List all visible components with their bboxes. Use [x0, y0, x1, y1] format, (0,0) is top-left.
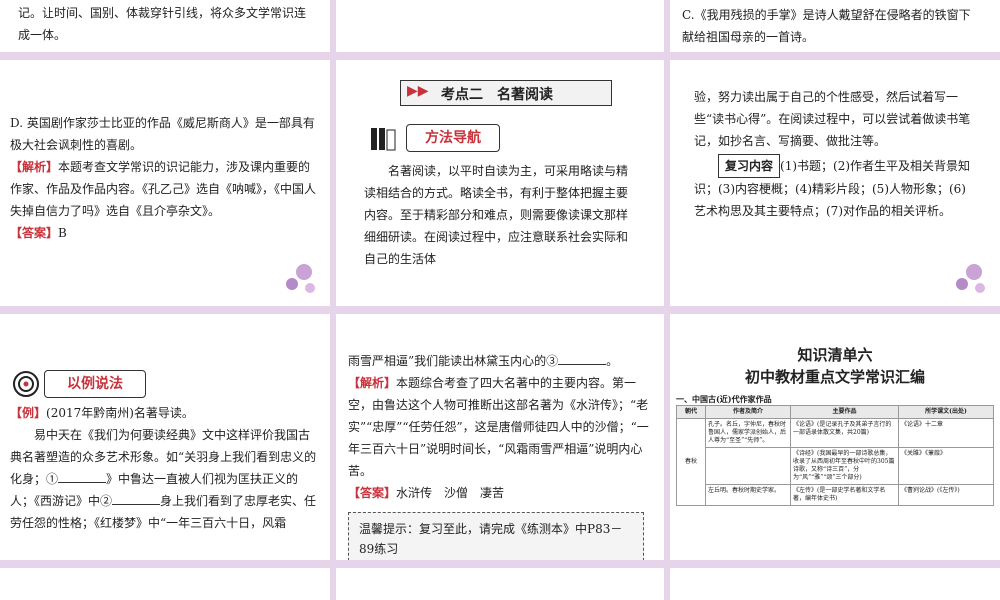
slide-1-text: 记。让时间、国别、体裁穿针引线，将众多文学常识连成一体。 [18, 6, 307, 42]
option-d: D. 英国剧作家莎士比亚的作品《威尼斯商人》是一部具有极大社会讽刺性的喜剧。 [10, 116, 315, 152]
slide-7: 以例说法 【例】(2017年黔南州)名著导读。 易中天在《我们为何要读经典》文中… [0, 314, 330, 560]
table-cell: 《论语》(是记录孔子及其弟子言行的一部语录体散文集，共20篇) [790, 418, 899, 448]
slide-3: C.《我用残损的手掌》是诗人戴望舒在侵略者的铁窗下献给祖国母亲的一首诗。 [670, 0, 1000, 52]
banner-arrow-icon: ▶▶ [407, 83, 429, 99]
list-title: 知识清单六 [797, 346, 873, 364]
books-icon [370, 126, 400, 152]
table-cell: 《曹刿论战》(《左传》) [898, 484, 994, 506]
reading-text: 验，努力读出属于自己的个性感受，然后试着写一些“读书心得”。在阅读过程中，可以尝… [694, 90, 971, 148]
table-cell: 《左传》(是一部史学名著和文学名著，编年体史书) [790, 484, 899, 506]
example-tag: 【例】 [10, 406, 47, 420]
slide-6: 验，努力读出属于自己的个性感受，然后试着写一些“读书心得”。在阅读过程中，可以尝… [670, 60, 1000, 306]
analysis: 【解析】本题综合考查了四大名著中的主要内容。第一空，由鲁达这个人物可推断出这部名… [348, 372, 650, 482]
answer-tag: 【答案】 [10, 226, 59, 240]
example-title: 以例说法 [44, 370, 146, 398]
table-cell: 《论语》十二章 [898, 418, 994, 448]
example-line1: 雨雪严相逼”我们能读出林黛玉内心的③ [348, 354, 559, 368]
table-cell: 《关雎》《蒹葭》 [898, 447, 994, 485]
slide-5: ▶▶ 考点二 名著阅读 方法导航 名著阅读，以平时自读为主，可采用略读与精读相结… [336, 60, 664, 306]
slide-10 [0, 568, 330, 600]
blank-2[interactable] [112, 492, 161, 505]
table-row: 春秋 孔子。名丘，字仲尼，春秋时鲁国人，儒家学派创始人，后人尊为“至圣”“先师”… [676, 418, 994, 506]
flower-decoration-icon [286, 264, 315, 293]
banner-text: 考点二 名著阅读 [441, 87, 553, 103]
example-head-text: (2017年黔南州)名著导读。 [46, 406, 194, 420]
example-continue: 雨雪严相逼”我们能读出林黛玉内心的③。 [348, 352, 619, 368]
table-header: 朝代 [676, 405, 706, 419]
flower-decoration-icon [956, 264, 985, 293]
table-cell: 孔子。名丘，字仲尼，春秋时鲁国人，儒家学派创始人，后人尊为“至圣”“先师”。 [705, 418, 791, 448]
slide-9: 知识清单六 初中教材重点文学常识汇编 一、中国古(近)代作家作品 朝代 作者及简… [670, 314, 1000, 560]
method-title: 方法导航 [406, 124, 500, 152]
answer-text: B [58, 226, 67, 240]
example-heading: 以例说法 [12, 370, 152, 398]
slide-8: 雨雪严相逼”我们能读出林黛玉内心的③。 【解析】本题综合考查了四大名著中的主要内… [336, 314, 664, 560]
analysis-tag: 【解析】 [348, 376, 397, 390]
slide-11 [336, 568, 664, 600]
answer: 【答案】B [10, 222, 318, 244]
table-header-row: 朝代 作者及简介 主要作品 所学课文(出处) [676, 405, 994, 419]
era-cell: 春秋 [676, 418, 706, 506]
table-cell: 《诗经》(我国最早的一部诗歌总集，收录了从西周初年至春秋中叶的305篇诗歌，又称… [790, 447, 899, 485]
section-banner: ▶▶ 考点二 名著阅读 [400, 80, 612, 106]
answer-text: 水浒传 沙僧 凄苦 [396, 486, 505, 500]
review-content: 复习内容 (1)书题；(2)作者生平及相关背景知识；(3)内容梗概；(4)精彩片段… [694, 154, 976, 222]
table-header: 所学课文(出处) [898, 405, 994, 419]
list-subtitle: 初中教材重点文学常识汇编 [744, 368, 925, 386]
method-heading: 方法导航 [370, 124, 502, 154]
example-paragraph: 易中天在《我们为何要读经典》文中这样评价我国古典名著塑造的众多艺术形象。如“关羽… [10, 424, 320, 534]
answer: 【答案】水浒传 沙僧 凄苦 [348, 482, 650, 504]
table-cell: 左丘明。春秋时期史学家。 [705, 484, 791, 506]
tip-box: 温馨提示：复习至此，请完成《练测本》中P83－89练习 [348, 512, 644, 560]
slide-1: 记。让时间、国别、体裁穿针引线，将众多文学常识连成一体。 [0, 0, 330, 52]
table-row: 《诗经》(我国最早的一部诗歌总集，收录了从西周初年至春秋中叶的305篇诗歌，又称… [677, 447, 994, 485]
slide-2 [336, 0, 664, 52]
analysis-tag: 【解析】 [10, 160, 59, 174]
example-head: 【例】(2017年黔南州)名著导读。 [10, 402, 320, 424]
method-text: 名著阅读，以平时自读为主，可采用略读与精读相结合的方式。略读全书，有利于整体把握… [364, 164, 629, 266]
analysis: 【解析】本题考查文学常识的识记能力，涉及课内重要的作家、作品及作品内容。《孔乙己… [10, 156, 318, 222]
table-header: 主要作品 [790, 405, 899, 419]
section-heading: 一、中国古(近)代作家作品 [676, 394, 772, 404]
table-header: 作者及简介 [705, 405, 791, 419]
slide-12 [670, 568, 1000, 600]
target-icon [12, 370, 40, 398]
blank-3[interactable] [558, 352, 607, 365]
analysis-text: 本题综合考查了四大名著中的主要内容。第一空，由鲁达这个人物可推断出这部名著为《水… [348, 376, 649, 478]
table-row: 左丘明。春秋时期史学家。 《左传》(是一部史学名著和文学名著，编年体史书) 《曹… [677, 484, 994, 506]
review-label: 复习内容 [718, 154, 781, 178]
answer-tag: 【答案】 [348, 486, 397, 500]
author-table: 朝代 作者及简介 主要作品 所学课文(出处) 春秋 孔子。名丘，字仲尼，春秋时鲁… [676, 405, 994, 506]
example-body: 【例】(2017年黔南州)名著导读。 易中天在《我们为何要读经典》文中这样评价我… [10, 402, 320, 534]
blank-1[interactable] [58, 470, 107, 483]
slide-4: D. 英国剧作家莎士比亚的作品《威尼斯商人》是一部具有极大社会讽刺性的喜剧。 【… [0, 60, 330, 306]
table-cell [705, 447, 791, 485]
slide-3-text: C.《我用残损的手掌》是诗人戴望舒在侵略者的铁窗下献给祖国母亲的一首诗。 [682, 8, 971, 44]
